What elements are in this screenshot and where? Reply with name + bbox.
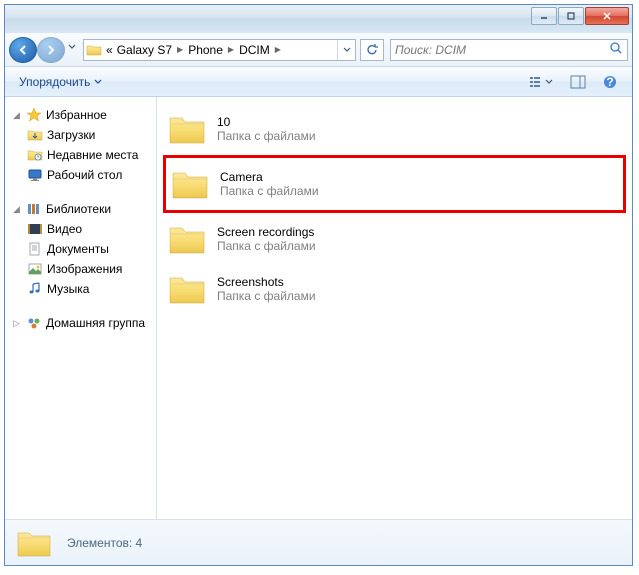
titlebar [5, 5, 632, 33]
documents-icon [27, 241, 43, 257]
chevron-right-icon[interactable]: ▶ [174, 45, 186, 54]
breadcrumb: « Galaxy S7 ▶ Phone ▶ DCIM ▶ [104, 40, 337, 60]
breadcrumb-item[interactable]: Galaxy S7 [115, 40, 174, 60]
sidebar-item-downloads[interactable]: Загрузки [5, 125, 156, 145]
expand-icon[interactable]: ▷ [11, 318, 22, 329]
collapse-icon[interactable]: ◢ [11, 204, 22, 215]
folder-item[interactable]: 10Папка с файлами [163, 105, 626, 153]
status-text: Элементов: 4 [67, 536, 142, 550]
pictures-icon [27, 261, 43, 277]
chevron-right-icon[interactable]: ▶ [272, 45, 284, 54]
star-icon [26, 107, 42, 123]
sidebar-item-recent[interactable]: Недавние места [5, 145, 156, 165]
help-button[interactable]: ? [596, 71, 624, 93]
libraries-group[interactable]: ◢ Библиотеки [5, 199, 156, 219]
forward-button[interactable] [37, 37, 65, 63]
chevron-down-icon [545, 79, 553, 85]
sidebar-item-documents[interactable]: Документы [5, 239, 156, 259]
status-bar: Элементов: 4 [5, 519, 632, 565]
organize-button[interactable]: Упорядочить [13, 73, 108, 91]
folder-name: 10 [217, 115, 316, 129]
folder-icon [15, 526, 53, 560]
folder-type: Папка с файлами [220, 184, 319, 198]
address-dropdown[interactable] [337, 40, 355, 60]
homegroup-label: Домашняя группа [46, 316, 145, 330]
close-button[interactable] [585, 7, 629, 25]
search-box[interactable] [390, 39, 628, 61]
chevron-right-icon[interactable]: ▶ [225, 45, 237, 54]
breadcrumb-overflow[interactable]: « [104, 40, 115, 60]
desktop-icon [27, 167, 43, 183]
libraries-icon [26, 201, 42, 217]
minimize-button[interactable] [531, 7, 557, 25]
sidebar-item-video[interactable]: Видео [5, 219, 156, 239]
folder-type: Папка с файлами [217, 129, 316, 143]
content-pane[interactable]: 10Папка с файламиCameraПапка с файламиSc… [157, 97, 632, 519]
svg-text:?: ? [606, 75, 613, 89]
search-icon [609, 41, 623, 58]
breadcrumb-item[interactable]: DCIM [237, 40, 272, 60]
folder-item[interactable]: Screen recordingsПапка с файлами [163, 215, 626, 263]
toolbar: Упорядочить ? [5, 67, 632, 97]
search-input[interactable] [395, 43, 609, 57]
sidebar-item-music[interactable]: Музыка [5, 279, 156, 299]
address-bar[interactable]: « Galaxy S7 ▶ Phone ▶ DCIM ▶ [83, 39, 356, 61]
folder-name: Screenshots [217, 275, 316, 289]
preview-pane-button[interactable] [564, 71, 592, 93]
video-icon [27, 221, 43, 237]
folder-icon [167, 221, 207, 257]
favorites-group[interactable]: ◢ Избранное [5, 105, 156, 125]
sidebar-item-desktop[interactable]: Рабочий стол [5, 165, 156, 185]
chevron-down-icon [94, 79, 102, 85]
folder-item[interactable]: ScreenshotsПапка с файлами [163, 265, 626, 313]
folder-icon [167, 111, 207, 147]
folder-name: Camera [220, 170, 319, 184]
homegroup-icon [26, 315, 42, 331]
maximize-button[interactable] [558, 7, 584, 25]
folder-type: Папка с файлами [217, 239, 316, 253]
explorer-window: « Galaxy S7 ▶ Phone ▶ DCIM ▶ Упорядочить [4, 4, 633, 566]
collapse-icon[interactable]: ◢ [11, 110, 22, 121]
homegroup-item[interactable]: ▷ Домашняя группа [5, 313, 156, 333]
music-icon [27, 281, 43, 297]
folder-icon [84, 43, 104, 57]
organize-label: Упорядочить [19, 75, 90, 89]
folder-icon [167, 271, 207, 307]
favorites-label: Избранное [46, 108, 107, 122]
downloads-icon [27, 127, 43, 143]
folder-icon [170, 166, 210, 202]
folder-item[interactable]: CameraПапка с файлами [163, 155, 626, 213]
navigation-bar: « Galaxy S7 ▶ Phone ▶ DCIM ▶ [5, 33, 632, 67]
libraries-label: Библиотеки [46, 202, 111, 216]
sidebar-item-pictures[interactable]: Изображения [5, 259, 156, 279]
recent-icon [27, 147, 43, 163]
history-dropdown[interactable] [65, 37, 79, 57]
folder-name: Screen recordings [217, 225, 316, 239]
view-options-button[interactable] [522, 71, 560, 93]
back-button[interactable] [9, 37, 37, 63]
folder-type: Папка с файлами [217, 289, 316, 303]
breadcrumb-item[interactable]: Phone [186, 40, 225, 60]
refresh-button[interactable] [360, 39, 384, 61]
navigation-pane: ◢ Избранное Загрузки Недавние места Рабо… [5, 97, 157, 519]
